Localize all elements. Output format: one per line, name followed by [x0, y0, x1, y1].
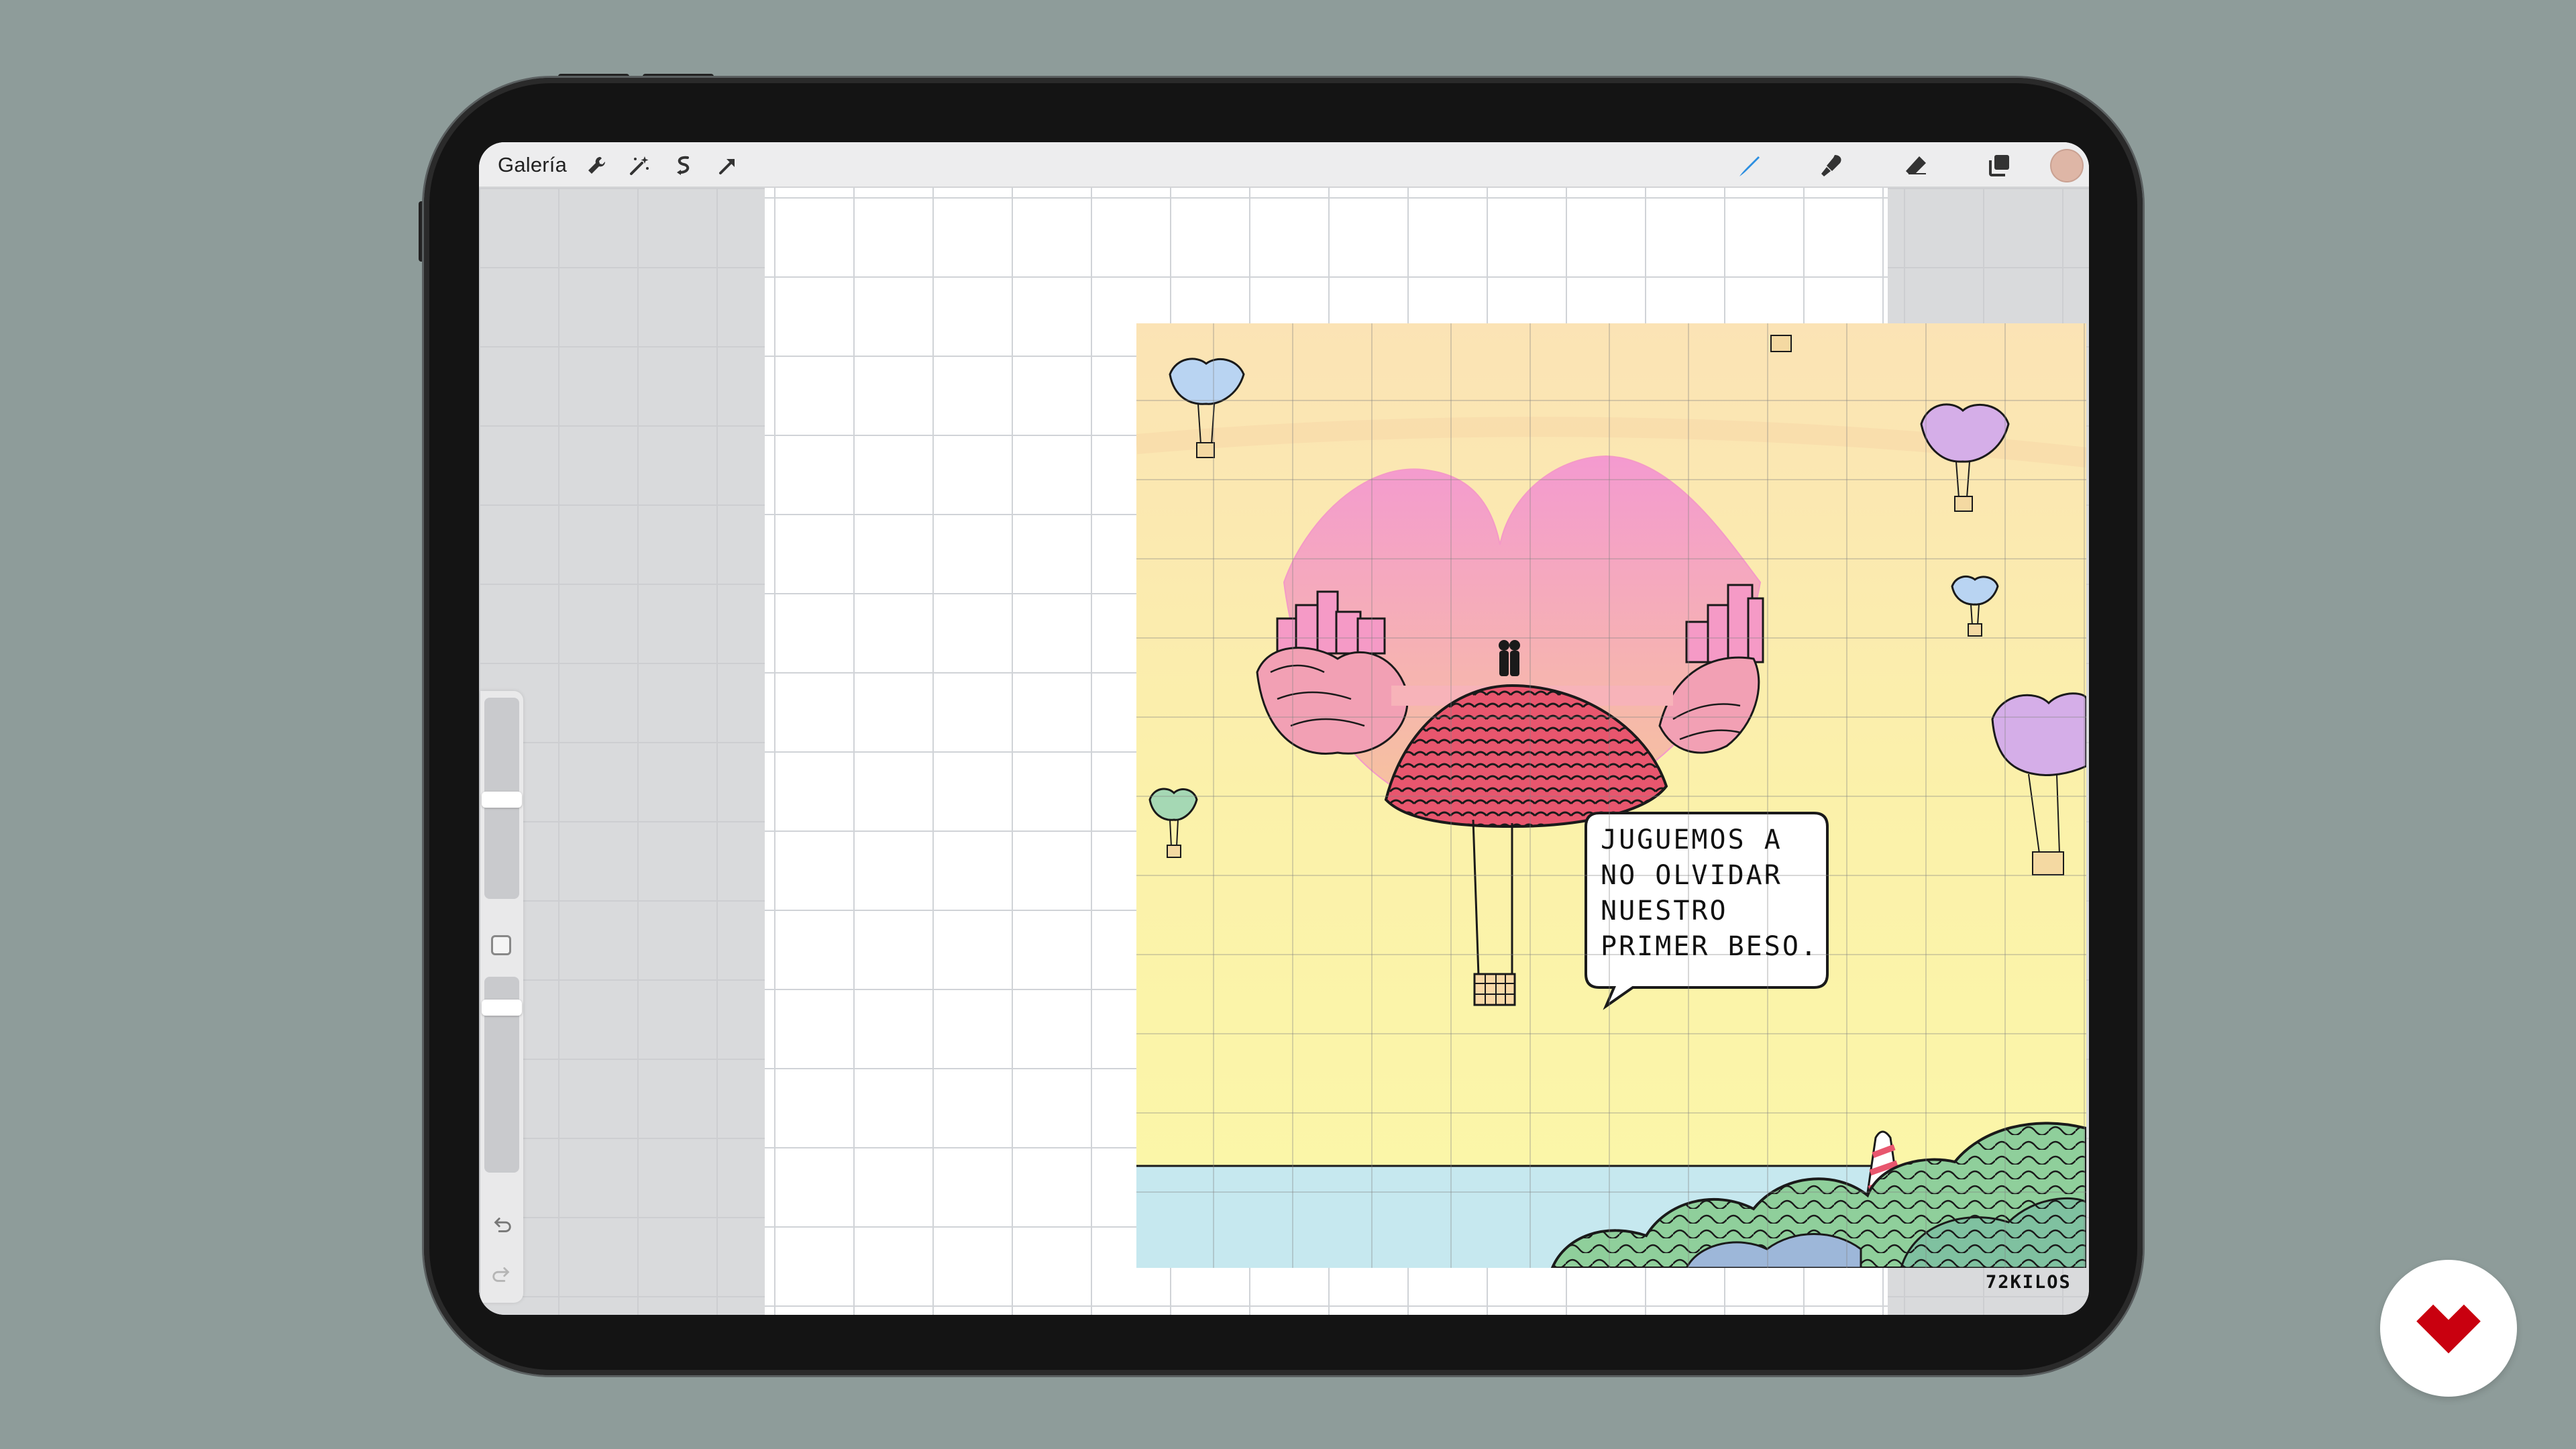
speech-bubble-text: JUGUEMOS A NO OLVIDAR NUESTRO PRIMER BES…: [1601, 824, 1819, 962]
layers-icon[interactable]: [1983, 149, 2017, 182]
undo-icon[interactable]: [490, 1213, 514, 1237]
brand-logo-icon: [2380, 1260, 2517, 1397]
illustration: [1136, 323, 2086, 1268]
artist-signature: 72KILOS: [1986, 1272, 2072, 1293]
modify-button[interactable]: [491, 935, 511, 955]
left-sidebar: [480, 691, 523, 1303]
procreate-screen: Galería JUGUEMOS A NO OLVIDAR NUESTRO PR…: [479, 142, 2089, 1315]
transform-arrow-icon[interactable]: [711, 149, 745, 182]
wrench-icon[interactable]: [580, 149, 613, 182]
desktop-background: Galería JUGUEMOS A NO OLVIDAR NUESTRO PR…: [0, 0, 2576, 1449]
color-picker-button[interactable]: [2051, 150, 2082, 181]
gallery-button[interactable]: Galería: [498, 153, 567, 177]
brush-size-handle[interactable]: [482, 792, 522, 808]
top-toolbar: Galería: [479, 142, 2089, 188]
drawing-canvas[interactable]: JUGUEMOS A NO OLVIDAR NUESTRO PRIMER BES…: [765, 188, 2086, 1315]
smudge-icon[interactable]: [1815, 149, 1849, 182]
selection-icon[interactable]: [667, 149, 700, 182]
brush-icon[interactable]: [1732, 149, 1766, 182]
brush-opacity-handle[interactable]: [482, 1000, 522, 1016]
redo-icon[interactable]: [490, 1263, 514, 1287]
magic-wand-icon[interactable]: [623, 149, 656, 182]
eraser-icon[interactable]: [1900, 149, 1933, 182]
